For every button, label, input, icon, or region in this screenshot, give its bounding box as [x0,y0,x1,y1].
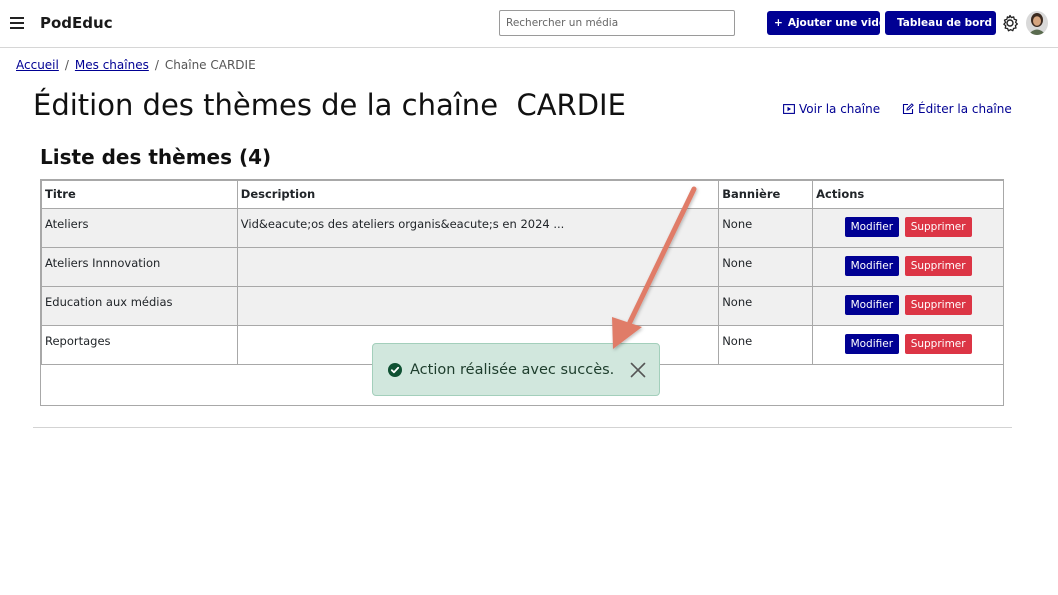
breadcrumb-current: Chaîne CARDIE [164,58,256,72]
check-circle-icon [388,362,402,377]
breadcrumb-home-link[interactable]: Accueil [16,58,59,72]
page-title: Édition des thèmes de la chaîne CARDIE [33,88,626,122]
dashboard-button[interactable]: Tableau de bord [885,11,996,35]
edit-theme-button[interactable]: Modifier [844,217,900,237]
edit-icon [902,103,914,115]
see-channel-label: Voir la chaîne [799,102,881,116]
theme-actions: Modifier Supprimer [812,325,1004,365]
theme-description [236,247,720,287]
breadcrumb-channels-link[interactable]: Mes chaînes [75,58,149,72]
play-icon [783,104,795,114]
breadcrumb-separator: / [154,58,159,72]
column-header-actions: Actions [812,180,1004,209]
delete-theme-button[interactable]: Supprimer [904,295,972,315]
theme-description [236,286,720,326]
plus-icon: + [774,17,783,29]
theme-actions: Modifier Supprimer [812,208,1004,248]
top-navbar: PodEduc + Ajouter une vidéo Tableau de b… [0,0,1058,48]
delete-theme-button[interactable]: Supprimer [904,217,972,237]
dashboard-label: Tableau de bord [897,17,993,29]
toast-message: Action réalisée avec succès. [410,361,615,378]
themes-list-heading: Liste des thèmes (4) [40,145,272,169]
delete-theme-button[interactable]: Supprimer [904,256,972,276]
breadcrumb-separator: / [64,58,69,72]
success-toast: Action réalisée avec succès. [372,343,660,396]
edit-channel-label: Éditer la chaîne [918,102,1012,116]
table-row: Ateliers Innnovation None Modifier Suppr… [41,247,1004,287]
theme-banner: None [718,325,814,365]
search-input[interactable] [499,10,735,36]
theme-description: Vid&eacute;os des ateliers organis&eacut… [236,208,720,248]
brand-logo[interactable]: PodEduc [40,14,113,32]
delete-theme-button[interactable]: Supprimer [904,334,972,354]
avatar[interactable] [1026,11,1048,35]
divider [33,427,1012,428]
theme-actions: Modifier Supprimer [812,286,1004,326]
close-icon[interactable] [630,362,646,378]
edit-theme-button[interactable]: Modifier [844,256,900,276]
themes-table: Titre Description Bannière Actions Ateli… [41,180,1004,365]
table-row: Education aux médias None Modifier Suppr… [41,286,1004,326]
theme-banner: None [718,286,814,326]
column-header-banner: Bannière [718,180,814,209]
theme-banner: None [718,208,814,248]
theme-actions: Modifier Supprimer [812,247,1004,287]
column-header-title: Titre [41,180,238,209]
edit-theme-button[interactable]: Modifier [844,295,900,315]
menu-icon[interactable] [10,17,24,29]
theme-title: Ateliers [41,208,238,248]
column-header-description: Description [236,180,720,209]
theme-title: Reportages [41,325,238,365]
breadcrumb: Accueil / Mes chaînes / Chaîne CARDIE [16,58,256,72]
gear-icon[interactable] [1000,13,1020,33]
theme-banner: None [718,247,814,287]
edit-channel-link[interactable]: Éditer la chaîne [902,102,1012,116]
add-video-label: Ajouter une vidéo [787,17,894,29]
table-row: Ateliers Vid&eacute;os des ateliers orga… [41,208,1004,248]
see-channel-link[interactable]: Voir la chaîne [783,102,880,116]
theme-title: Ateliers Innnovation [41,247,238,287]
theme-title: Education aux médias [41,286,238,326]
add-video-button[interactable]: + Ajouter une vidéo [767,11,893,35]
edit-theme-button[interactable]: Modifier [844,334,900,354]
